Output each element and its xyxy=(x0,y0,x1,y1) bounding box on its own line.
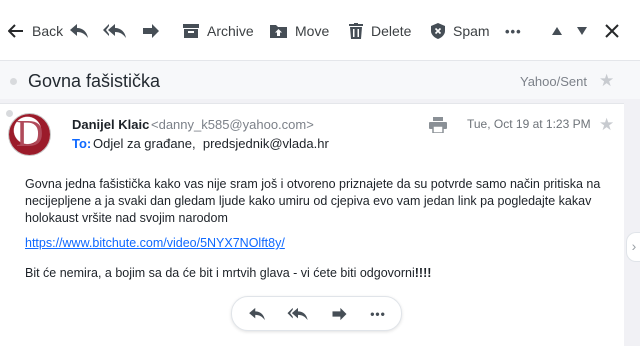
closing-line: Bit će nemira, a bojim sa da će bit i mr… xyxy=(25,266,431,280)
spam-shield-icon xyxy=(431,23,445,39)
delete-button[interactable]: Delete xyxy=(349,19,411,43)
back-arrow-icon xyxy=(8,24,23,38)
avatar-letter: D xyxy=(16,113,44,155)
message-star-icon[interactable]: ★ xyxy=(599,116,614,133)
print-button[interactable] xyxy=(429,117,447,138)
pill-forward-button[interactable] xyxy=(330,305,348,323)
close-icon xyxy=(605,24,619,38)
pill-more-button[interactable]: ••• xyxy=(366,305,390,323)
print-icon xyxy=(429,117,447,134)
next-message-button[interactable] xyxy=(576,19,588,43)
spam-label: Spam xyxy=(453,23,490,39)
archive-label: Archive xyxy=(207,23,254,39)
more-button[interactable]: ••• xyxy=(505,19,522,43)
sender-name[interactable]: Danijel Klaic xyxy=(72,117,149,132)
unread-dot xyxy=(10,78,17,85)
move-button[interactable]: Move xyxy=(270,19,329,43)
reply-all-icon xyxy=(287,307,308,321)
reply-icon xyxy=(70,24,88,38)
pill-reply-button[interactable] xyxy=(248,305,266,323)
delete-icon xyxy=(349,23,363,39)
avatar: D xyxy=(9,114,50,155)
quick-actions: ••• xyxy=(231,296,402,331)
star-icon[interactable]: ★ xyxy=(599,72,614,89)
reply-all-icon xyxy=(103,24,126,38)
next-icon xyxy=(577,27,587,35)
message-link[interactable]: https://www.bitchute.com/video/5NYX7NOlf… xyxy=(25,236,285,250)
body-paragraph: Govna jedna fašistička kako vas nije sra… xyxy=(25,177,601,225)
archive-icon xyxy=(183,24,199,38)
message-body: Govna jedna fašistička kako vas nije sra… xyxy=(25,176,615,227)
message-subject: Govna fašistička xyxy=(28,71,161,91)
recipients[interactable]: Odjel za građane, predsjednik@vlada.hr xyxy=(93,136,329,151)
message-toolbar: Back Archive Move Delete Spam ••• xyxy=(0,0,640,61)
previous-message-button[interactable] xyxy=(551,19,563,43)
message-date: Tue, Oct 19 at 1:23 PM xyxy=(467,117,591,131)
delete-label: Delete xyxy=(371,23,412,39)
spam-button[interactable]: Spam xyxy=(431,19,490,43)
move-icon xyxy=(270,25,287,38)
archive-button[interactable]: Archive xyxy=(183,19,254,43)
reply-icon xyxy=(249,307,265,321)
more-icon: ••• xyxy=(370,307,386,321)
more-icon: ••• xyxy=(505,23,522,39)
chevron-right-icon[interactable]: › xyxy=(626,232,640,262)
forward-icon xyxy=(143,24,159,38)
back-button[interactable]: Back xyxy=(8,19,63,43)
reply-button[interactable] xyxy=(69,19,89,43)
reply-all-button[interactable] xyxy=(103,19,127,43)
back-label: Back xyxy=(32,23,64,39)
forward-button[interactable] xyxy=(142,19,160,43)
closing-text: Bit će nemira, a bojim sa da će bit i mr… xyxy=(25,266,415,280)
sender-email: <danny_k585@yahoo.com> xyxy=(151,117,314,132)
forward-icon xyxy=(332,307,346,321)
close-button[interactable] xyxy=(605,19,619,43)
closing-emphasis: !!!! xyxy=(414,266,432,280)
message-dot xyxy=(6,110,13,117)
move-label: Move xyxy=(295,23,330,39)
to-label: To: xyxy=(72,136,92,151)
previous-icon xyxy=(552,27,562,35)
pill-reply-all-button[interactable] xyxy=(287,305,309,323)
folder-label: Yahoo/Sent xyxy=(520,74,587,89)
